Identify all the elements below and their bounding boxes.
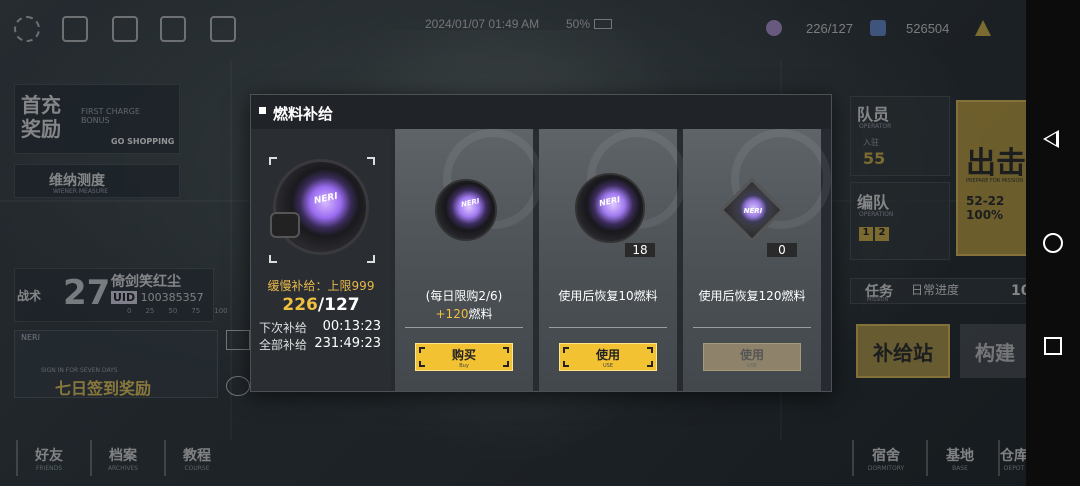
dialog-title: 燃料补给 bbox=[273, 105, 334, 123]
next-supply-time: 00:13:23 bbox=[322, 319, 381, 334]
next-supply-label: 下次补给 bbox=[259, 321, 308, 335]
dialog-header: 燃料补给 bbox=[251, 95, 831, 129]
restore-10-text: 使用后恢复10燃料 bbox=[558, 289, 658, 303]
fuel-option-large: NERI 0 使用后恢复120燃料 使用 USE bbox=[683, 129, 831, 391]
slow-supply-label: 缓慢补给：上限999 bbox=[267, 279, 375, 293]
item-quantity: 0 bbox=[767, 243, 797, 257]
use-button-large[interactable]: 使用 USE bbox=[703, 343, 801, 371]
fuel-canister-icon: NERI bbox=[270, 159, 369, 255]
fuel-option-small: NERI 18 使用后恢复10燃料 使用 USE bbox=[539, 129, 687, 391]
header-square-icon bbox=[259, 107, 266, 114]
fuel-count: 226/127 bbox=[282, 295, 360, 315]
back-icon[interactable] bbox=[1043, 130, 1059, 148]
fuel-summary: NERI 缓慢补给：上限999 226/127 下次补给 00:13:23 全部… bbox=[251, 129, 391, 391]
restore-120-text: 使用后恢复120燃料 bbox=[698, 289, 806, 303]
android-nav-bar bbox=[1026, 0, 1080, 486]
home-icon[interactable] bbox=[1043, 233, 1063, 253]
fuel-canister-small-icon: NERI bbox=[435, 179, 497, 241]
item-quantity: 18 bbox=[625, 243, 655, 257]
use-button-small[interactable]: 使用 USE bbox=[559, 343, 657, 371]
daily-limit-text: (每日限购2/6) bbox=[425, 289, 503, 303]
fuel-gain-text: +120燃料 bbox=[435, 307, 493, 321]
full-supply-label: 全部补给 bbox=[259, 338, 308, 352]
fuel-option-buy: NERI (每日限购2/6) +120燃料 购买 Buy bbox=[395, 129, 543, 391]
fuel-cell-small-icon: NERI bbox=[575, 173, 645, 243]
recent-apps-icon[interactable] bbox=[1044, 337, 1062, 355]
full-supply-time: 231:49:23 bbox=[314, 336, 381, 351]
fuel-supply-dialog: 燃料补给 NERI 缓慢补给：上限999 226/127 下次补给 00:13:… bbox=[250, 94, 832, 392]
buy-button[interactable]: 购买 Buy bbox=[415, 343, 513, 371]
